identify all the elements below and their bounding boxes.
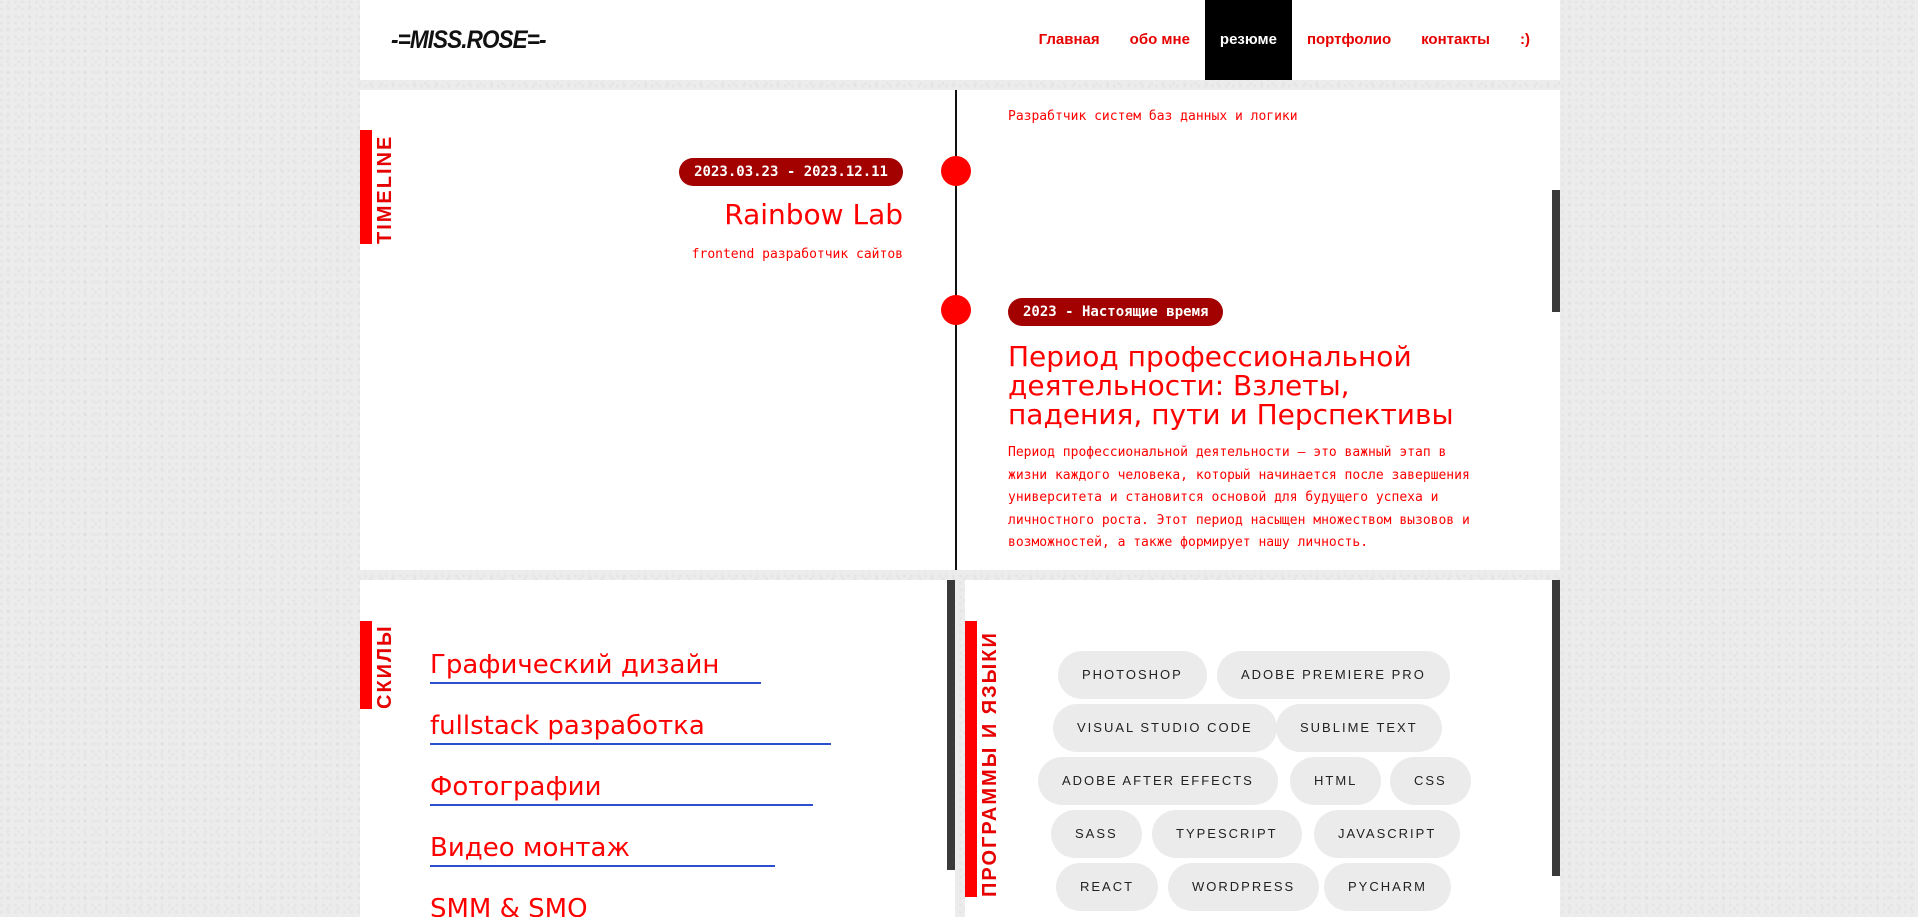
date-pill: 2023.03.23 - 2023.12.11 (679, 158, 903, 186)
timeline-panel: TIMELINE Разрабтчик систем баз данных и … (360, 90, 1560, 570)
nav-link-home[interactable]: Главная (1024, 0, 1115, 80)
program-tag: ADOBE AFTER EFFECTS (1038, 757, 1278, 805)
skill-item: fullstack разработка (430, 711, 831, 745)
program-tag: VISUAL STUDIO CODE (1053, 704, 1277, 752)
nav-link-smiley[interactable]: :) (1505, 0, 1560, 80)
program-tag: ADOBE PREMIERE PRO (1217, 651, 1450, 699)
programs-panel: ПРОГРАММЫ И ЯЗЫКИ PHOTOSHOP ADOBE PREMIE… (965, 580, 1560, 917)
timeline-top-desc: Разрабтчик систем баз данных и логики (1008, 109, 1298, 124)
skill-item: SMM & SMO (430, 894, 588, 917)
skills-scrollbar[interactable] (947, 580, 955, 870)
timeline-entry-desc: Период профессиональной деятельности – э… (1008, 445, 1470, 550)
programs-label-bar (965, 621, 977, 897)
skill-item: Видео монтаж (430, 833, 775, 867)
timeline-entry-desc: frontend разработчик сайтов (691, 247, 903, 262)
timeline-dot (941, 156, 971, 186)
programs-scrollbar[interactable] (1552, 580, 1560, 876)
program-tag: TYPESCRIPT (1152, 810, 1302, 858)
nav-link-contacts[interactable]: контакты (1406, 0, 1505, 80)
skills-label-bar (360, 621, 372, 709)
program-tag: JAVASCRIPT (1314, 810, 1461, 858)
timeline-scrollbar[interactable] (1552, 190, 1560, 312)
site-header: -=MISS.ROSE=- Главная обо мне резюме пор… (360, 0, 1560, 80)
skill-item: Фотографии (430, 772, 814, 806)
program-tag: CSS (1390, 757, 1471, 805)
timeline-dot (941, 295, 971, 325)
nav-link-about[interactable]: обо мне (1115, 0, 1205, 80)
program-tag: WORDPRESS (1168, 863, 1320, 911)
program-tag: SUBLIME TEXT (1276, 704, 1442, 752)
timeline-label: TIMELINE (374, 134, 396, 244)
nav-link-portfolio[interactable]: портфолио (1292, 0, 1406, 80)
timeline-entry-title: Rainbow Lab (724, 198, 903, 231)
programs-label: ПРОГРАММЫ И ЯЗЫКИ (979, 631, 1001, 897)
timeline-label-bar (360, 130, 372, 244)
program-tag: SASS (1051, 810, 1142, 858)
page-wrapper: -=MISS.ROSE=- Главная обо мне резюме пор… (360, 0, 1560, 917)
program-tag: PYCHARM (1324, 863, 1452, 911)
program-tag: PHOTOSHOP (1058, 651, 1207, 699)
date-pill: 2023 - Настоящие время (1008, 298, 1224, 326)
main-nav: Главная обо мне резюме портфолио контакт… (1024, 0, 1560, 80)
nav-link-resume[interactable]: резюме (1204, 0, 1292, 80)
program-tag: REACT (1056, 863, 1159, 911)
timeline-entry-title: Период профессиональной деятельности: Вз… (1008, 340, 1454, 431)
site-logo[interactable]: -=MISS.ROSE=- (391, 26, 546, 55)
skill-item: Графический дизайн (430, 650, 762, 684)
skills-panel: СКИЛЫ Графический дизайн fullstack разра… (360, 580, 955, 917)
skills-label: СКИЛЫ (374, 624, 396, 709)
program-tag: HTML (1290, 757, 1382, 805)
